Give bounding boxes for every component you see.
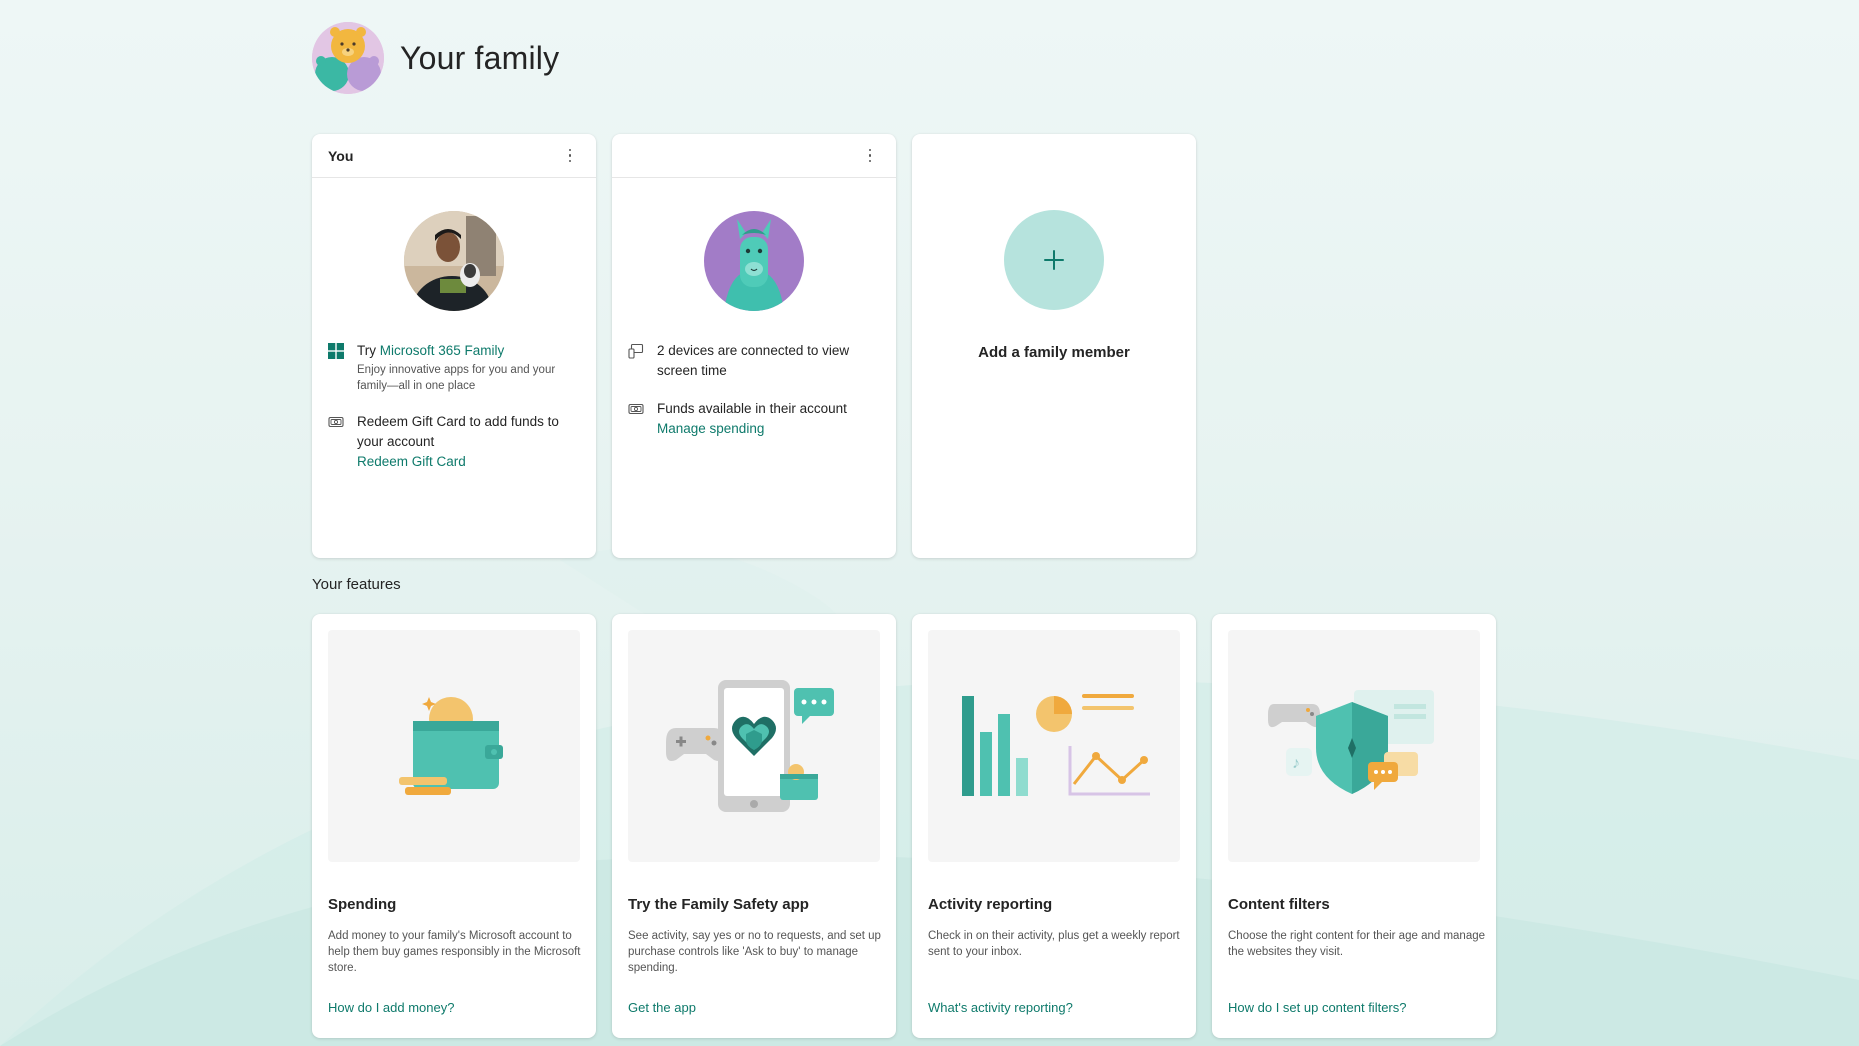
devices-text: 2 devices are connected to view screen t… xyxy=(657,343,850,378)
page-title: Your family xyxy=(400,39,560,76)
manage-spending-link[interactable]: Manage spending xyxy=(657,421,764,436)
add-member-button[interactable] xyxy=(1004,210,1104,310)
feature-title: Spending xyxy=(328,896,397,913)
try-prefix: Try xyxy=(357,343,380,358)
add-money-link[interactable]: How do I add money? xyxy=(328,1000,454,1015)
member-info: 2 devices are connected to view screen t… xyxy=(612,341,896,439)
feature-card-content-filters: ♪ Content filters Choose the right conte… xyxy=(1212,614,1496,1038)
add-family-member-card[interactable]: Add a family member xyxy=(912,134,1196,558)
family-avatar xyxy=(312,22,384,94)
feature-card-spending: Spending Add money to your family's Micr… xyxy=(312,614,596,1038)
feature-card-family-safety-app: Try the Family Safety app See activity, … xyxy=(612,614,896,1038)
page-header: Your family xyxy=(312,22,559,94)
feature-card-activity-reporting: Activity reporting Check in on their act… xyxy=(912,614,1196,1038)
profile-photo xyxy=(404,211,504,311)
bears-icon xyxy=(312,22,384,94)
chart-illustration xyxy=(928,630,1180,862)
feature-description: See activity, say yes or no to requests,… xyxy=(628,930,881,974)
card-header xyxy=(612,134,896,178)
windows-icon xyxy=(328,343,344,359)
get-the-app-link[interactable]: Get the app xyxy=(628,1000,696,1015)
money-icon xyxy=(328,414,344,430)
redeem-gift-card-link[interactable]: Redeem Gift Card xyxy=(357,454,466,469)
feature-title: Try the Family Safety app xyxy=(628,896,809,913)
content-filters-link[interactable]: How do I set up content filters? xyxy=(1228,1000,1406,1015)
more-options-icon[interactable] xyxy=(860,144,880,168)
phone-illustration xyxy=(628,630,880,862)
feature-description: Choose the right content for their age a… xyxy=(1228,930,1486,958)
devices-icon xyxy=(628,343,644,359)
list-item: Try Microsoft 365 Family Enjoy innovativ… xyxy=(328,341,580,394)
shield-illustration: ♪ xyxy=(1228,630,1480,862)
feature-title: Activity reporting xyxy=(928,896,1053,913)
member-info: Try Microsoft 365 Family Enjoy innovativ… xyxy=(312,341,596,472)
avatar[interactable] xyxy=(404,211,504,311)
list-item: 2 devices are connected to view screen t… xyxy=(628,341,880,381)
funds-text: Funds available in their account xyxy=(657,401,847,416)
member-name: You xyxy=(328,147,354,164)
wallet-illustration xyxy=(328,630,580,862)
member-card-child: 2 devices are connected to view screen t… xyxy=(612,134,896,558)
feature-description: Check in on their activity, plus get a w… xyxy=(928,930,1180,958)
money-icon xyxy=(628,401,644,417)
plus-icon xyxy=(1044,250,1064,270)
svg-text:♪: ♪ xyxy=(1292,755,1300,772)
llama-icon xyxy=(704,211,804,311)
member-card-you: You Try Microsoft 365 Family Enjoy innov… xyxy=(312,134,596,558)
more-options-icon[interactable] xyxy=(560,144,580,168)
microsoft-365-family-link[interactable]: Microsoft 365 Family xyxy=(380,343,505,358)
gift-card-text: Redeem Gift Card to add funds to your ac… xyxy=(357,414,559,449)
features-heading: Your features xyxy=(312,576,401,593)
feature-description: Add money to your family's Microsoft acc… xyxy=(328,930,581,974)
feature-title: Content filters xyxy=(1228,896,1330,913)
activity-reporting-link[interactable]: What's activity reporting? xyxy=(928,1000,1073,1015)
promo-description: Enjoy innovative apps for you and your f… xyxy=(357,364,556,392)
add-member-label: Add a family member xyxy=(978,344,1130,361)
list-item: Redeem Gift Card to add funds to your ac… xyxy=(328,412,580,472)
avatar[interactable] xyxy=(704,211,804,311)
card-header: You xyxy=(312,134,596,178)
list-item: Funds available in their account Manage … xyxy=(628,399,880,439)
